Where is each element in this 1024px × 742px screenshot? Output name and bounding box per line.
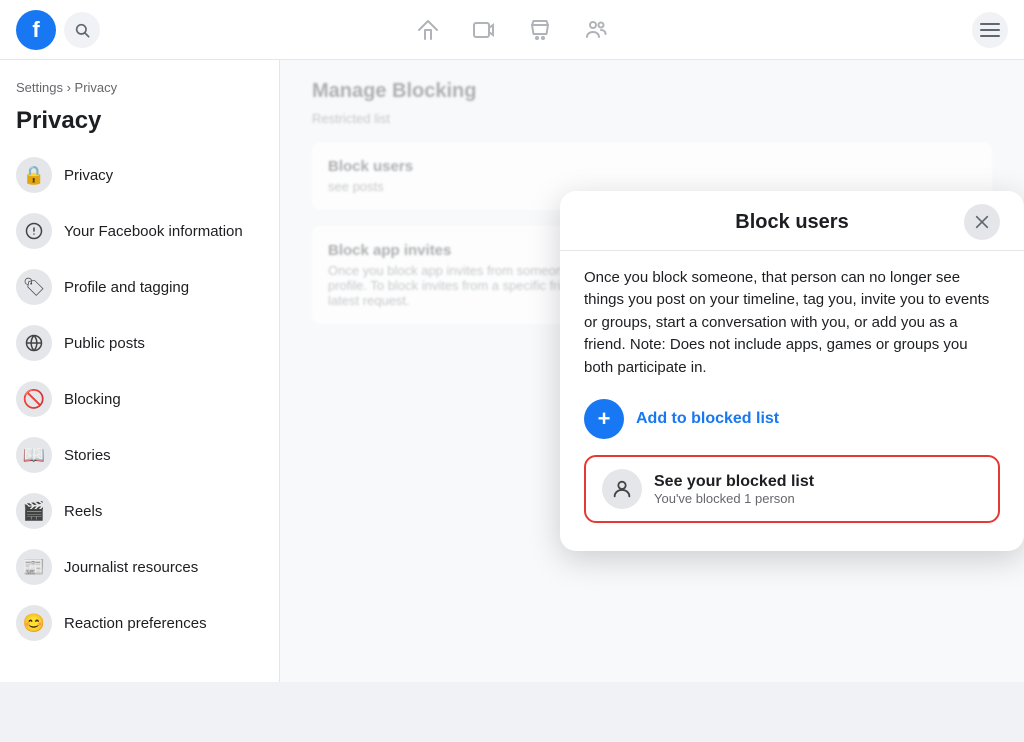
person-icon xyxy=(611,478,633,500)
sidebar-item-privacy[interactable]: 🔒 Privacy xyxy=(8,147,271,203)
modal-header: Block users xyxy=(584,211,1000,234)
sidebar: Settings › Privacy Privacy 🔒 Privacy You… xyxy=(0,60,280,682)
nav-store-button[interactable] xyxy=(516,6,564,54)
sidebar-item-stories[interactable]: 📖 Stories xyxy=(8,427,271,483)
add-to-blocked-list-button[interactable]: + Add to blocked list xyxy=(584,399,1000,439)
modal-close-button[interactable] xyxy=(964,204,1000,240)
breadcrumb-current: Privacy xyxy=(75,80,118,95)
see-blocked-list-button[interactable]: See your blocked list You've blocked 1 p… xyxy=(584,455,1000,523)
sidebar-item-reactions[interactable]: 😊 Reaction preferences xyxy=(8,595,271,651)
breadcrumb: Settings › Privacy xyxy=(8,76,271,99)
tag-icon: 🏷 xyxy=(16,269,52,305)
blocked-list-title: See your blocked list xyxy=(654,473,814,491)
sidebar-item-label: Public posts xyxy=(64,335,145,352)
sidebar-item-label: Reels xyxy=(64,503,102,520)
nav-home-button[interactable] xyxy=(404,6,452,54)
blocked-list-subtitle: You've blocked 1 person xyxy=(654,491,814,506)
sidebar-item-label: Stories xyxy=(64,447,111,464)
store-icon xyxy=(528,18,552,42)
block-icon: 🚫 xyxy=(16,381,52,417)
reels-icon: 🎬 xyxy=(16,493,52,529)
sidebar-item-label: Profile and tagging xyxy=(64,279,189,296)
main-layout: Settings › Privacy Privacy 🔒 Privacy You… xyxy=(0,60,1024,682)
nav-right xyxy=(748,12,1008,48)
sidebar-item-blocking[interactable]: 🚫 Blocking xyxy=(8,371,271,427)
modal-divider xyxy=(560,250,1024,251)
sidebar-title: Privacy xyxy=(8,103,271,147)
modal-wrapper: Block users Once you block someone, that… xyxy=(280,60,1024,682)
sidebar-item-reels[interactable]: 🎬 Reels xyxy=(8,483,271,539)
block-users-modal: Block users Once you block someone, that… xyxy=(560,191,1024,552)
stories-icon: 📖 xyxy=(16,437,52,473)
sidebar-item-label: Blocking xyxy=(64,391,121,408)
sidebar-item-facebook-info[interactable]: Your Facebook information xyxy=(8,203,271,259)
sidebar-item-label: Your Facebook information xyxy=(64,223,243,240)
sidebar-item-label: Reaction preferences xyxy=(64,615,207,632)
home-icon xyxy=(416,18,440,42)
sidebar-item-journalist[interactable]: 📰 Journalist resources xyxy=(8,539,271,595)
sidebar-item-label: Journalist resources xyxy=(64,559,198,576)
globe-icon xyxy=(16,325,52,361)
sidebar-item-public-posts[interactable]: Public posts xyxy=(8,315,271,371)
search-icon xyxy=(74,22,90,38)
sidebar-item-profile-tagging[interactable]: 🏷 Profile and tagging xyxy=(8,259,271,315)
breadcrumb-settings[interactable]: Settings xyxy=(16,80,63,95)
people-icon xyxy=(584,18,608,42)
main-content: Manage Blocking Restricted list Block us… xyxy=(280,60,1024,682)
close-icon xyxy=(974,214,990,230)
lock-icon: 🔒 xyxy=(16,157,52,193)
plus-icon: + xyxy=(598,406,611,432)
nav-video-button[interactable] xyxy=(460,6,508,54)
search-button[interactable] xyxy=(64,12,100,48)
modal-body-text: Once you block someone, that person can … xyxy=(584,267,1000,380)
blocked-list-icon xyxy=(602,469,642,509)
journalist-icon: 📰 xyxy=(16,549,52,585)
nav-menu-button[interactable] xyxy=(972,12,1008,48)
add-label: Add to blocked list xyxy=(636,410,779,428)
nav-left: f xyxy=(16,10,276,50)
add-icon: + xyxy=(584,399,624,439)
blocked-text-group: See your blocked list You've blocked 1 p… xyxy=(654,473,814,506)
nav-people-button[interactable] xyxy=(572,6,620,54)
facebook-logo[interactable]: f xyxy=(16,10,56,50)
modal-title: Block users xyxy=(735,211,848,234)
hamburger-icon xyxy=(980,23,1000,37)
top-navigation: f xyxy=(0,0,1024,60)
reaction-icon: 😊 xyxy=(16,605,52,641)
nav-center xyxy=(276,6,748,54)
breadcrumb-separator: › xyxy=(63,80,75,95)
video-icon xyxy=(472,18,496,42)
facebook-info-icon xyxy=(16,213,52,249)
sidebar-item-label: Privacy xyxy=(64,167,113,184)
